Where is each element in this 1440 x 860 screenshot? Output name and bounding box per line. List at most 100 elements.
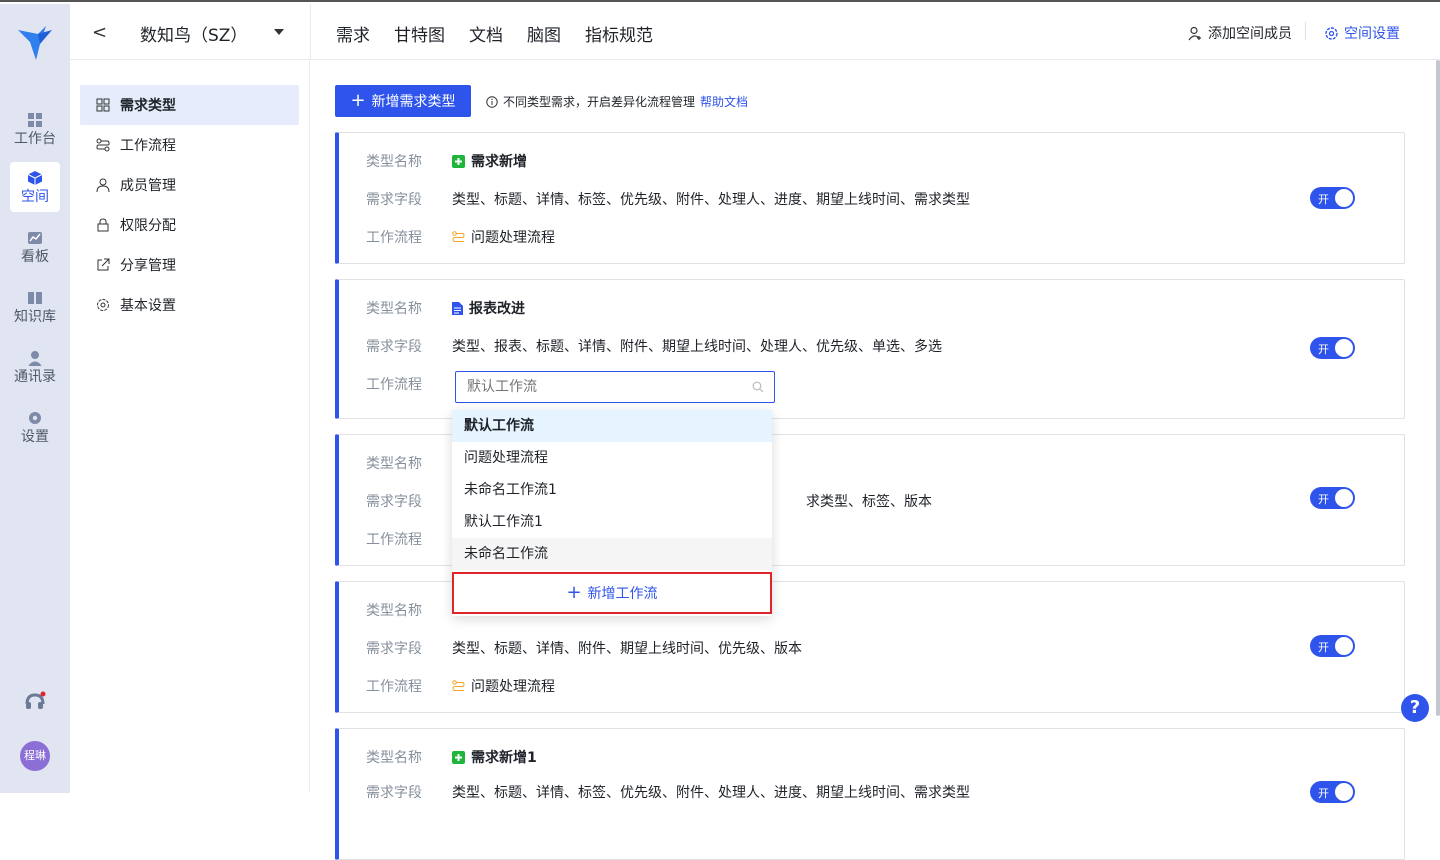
tab-mindmap[interactable]: 脑图	[527, 21, 561, 46]
fields-row: 需求字段 类型、报表、标题、详情、附件、期望上线时间、处理人、优先级、单选、多选	[366, 336, 942, 356]
field-key: 工作流程	[366, 679, 422, 695]
tip-text: 不同类型需求，开启差异化流程管理 帮助文档	[486, 93, 748, 110]
chart-icon	[28, 232, 42, 244]
field-key: 类型名称	[366, 154, 422, 170]
add-requirement-type-button[interactable]: + 新增需求类型	[335, 85, 471, 117]
enable-toggle[interactable]: 开	[1310, 635, 1355, 657]
field-key: 类型名称	[366, 750, 422, 766]
rail-item-board[interactable]: 看板	[10, 222, 60, 272]
toggle-label: 开	[1318, 641, 1329, 654]
sidebar-item-members[interactable]: 成员管理	[80, 165, 299, 205]
grid-icon	[96, 98, 110, 112]
rail-label: 知识库	[14, 309, 56, 325]
avatar[interactable]: 程琳	[20, 741, 50, 771]
tab-requirements[interactable]: 需求	[336, 21, 370, 46]
lock-icon	[97, 218, 109, 232]
project-name[interactable]: 数知鸟（SZ）	[140, 21, 247, 46]
add-member-button[interactable]: 添加空间成员	[1188, 23, 1292, 43]
dropdown-option[interactable]: 默认工作流	[452, 410, 772, 442]
info-icon	[486, 95, 498, 108]
dropdown-option[interactable]: 问题处理流程	[452, 442, 772, 474]
fields-value: 求类型、标签、版本	[806, 494, 932, 510]
add-user-icon	[1188, 26, 1201, 40]
name-row: 类型名称 需求新增1	[366, 747, 537, 767]
share-icon	[97, 258, 110, 271]
field-key: 类型名称	[366, 456, 422, 472]
field-key: 类型名称	[366, 603, 422, 619]
space-settings-label: 空间设置	[1344, 26, 1400, 42]
plus-icon: +	[566, 582, 582, 603]
field-key: 需求字段	[366, 339, 422, 355]
help-doc-link[interactable]: 帮助文档	[700, 93, 748, 110]
space-settings-button[interactable]: 空间设置	[1324, 23, 1400, 43]
rail-label: 通讯录	[14, 369, 56, 385]
enable-toggle[interactable]: 开	[1310, 781, 1355, 803]
field-key: 需求字段	[366, 785, 422, 801]
rail-item-knowledge[interactable]: 知识库	[10, 282, 60, 332]
divider	[310, 4, 311, 60]
name-row: 类型名称	[366, 453, 452, 473]
workflow-select[interactable]	[455, 371, 775, 403]
requirement-type-card: 类型名称 需求新增 需求字段 类型、标题、详情、标签、优先级、附件、处理人、进度…	[335, 132, 1405, 264]
field-key: 需求字段	[366, 494, 422, 510]
gear-icon	[1325, 26, 1338, 40]
requirement-type-card: 类型名称 报表改进 需求字段 类型、报表、标题、详情、附件、期望上线时间、处理人…	[335, 279, 1405, 419]
name-row: 类型名称 报表改进	[366, 298, 525, 318]
dropdown-option[interactable]: 默认工作流1	[452, 506, 772, 538]
enable-toggle[interactable]: 开	[1310, 187, 1355, 209]
toggle-label: 开	[1318, 343, 1329, 356]
flow-value-text: 问题处理流程	[471, 230, 555, 246]
sidebar-item-label: 需求类型	[120, 98, 176, 114]
toggle-knob	[1335, 489, 1353, 507]
dropdown-option[interactable]: 未命名工作流	[452, 538, 772, 570]
rail-item-space[interactable]: 空间	[10, 162, 60, 212]
type-name-text: 需求新增1	[471, 750, 537, 766]
sidebar-item-basic-settings[interactable]: 基本设置	[80, 285, 299, 325]
sidebar-item-requirement-types[interactable]: 需求类型	[80, 85, 299, 125]
fields-value: 类型、标题、详情、附件、期望上线时间、优先级、版本	[452, 641, 802, 657]
tip-label: 不同类型需求，开启差异化流程管理	[503, 95, 696, 109]
enable-toggle[interactable]: 开	[1310, 337, 1355, 359]
sidebar-item-label: 成员管理	[120, 178, 176, 194]
rail-item-settings[interactable]: 设置	[10, 402, 60, 452]
flow-value[interactable]: 问题处理流程	[452, 676, 555, 696]
toggle-label: 开	[1318, 787, 1329, 800]
divider	[1305, 22, 1306, 40]
sidebar-item-label: 工作流程	[120, 138, 176, 154]
add-workflow-button[interactable]: + 新增工作流	[452, 572, 772, 614]
flow-row: 工作流程	[366, 529, 452, 549]
headset-icon[interactable]	[24, 691, 46, 713]
back-icon[interactable]: <	[92, 22, 107, 43]
tab-metrics[interactable]: 指标规范	[585, 21, 653, 46]
scrollbar[interactable]	[1436, 60, 1440, 716]
name-row: 类型名称 需求新增	[366, 151, 527, 171]
field-key: 工作流程	[366, 230, 422, 246]
toggle-knob	[1335, 783, 1353, 801]
dropdown-option[interactable]: 未命名工作流1	[452, 474, 772, 506]
fields-value: 类型、标题、详情、标签、优先级、附件、处理人、进度、期望上线时间、需求类型	[452, 192, 970, 208]
chevron-down-icon[interactable]	[274, 29, 284, 35]
tab-docs[interactable]: 文档	[469, 21, 503, 46]
help-icon[interactable]: ?	[1401, 694, 1429, 722]
sidebar-item-share[interactable]: 分享管理	[80, 245, 299, 285]
type-name-text: 需求新增	[471, 154, 527, 170]
add-button-label: 新增需求类型	[371, 94, 456, 110]
flow-row: 工作流程 问题处理流程	[366, 676, 555, 696]
rail-item-workbench[interactable]: 工作台	[10, 104, 60, 154]
tab-gantt[interactable]: 甘特图	[394, 21, 445, 46]
sidebar-item-permissions[interactable]: 权限分配	[80, 205, 299, 245]
add-member-label: 添加空间成员	[1208, 26, 1292, 42]
flow-icon	[96, 138, 110, 152]
sidebar-item-workflow[interactable]: 工作流程	[80, 125, 299, 165]
sidebar-item-label: 基本设置	[120, 298, 176, 314]
gear-icon	[97, 299, 109, 311]
flow-value[interactable]: 问题处理流程	[452, 227, 555, 247]
workflow-search-input[interactable]	[467, 372, 747, 402]
rail-item-contacts[interactable]: 通讯录	[10, 342, 60, 392]
app-logo-icon[interactable]	[16, 26, 54, 60]
plus-square-icon	[452, 750, 465, 764]
enable-toggle[interactable]: 开	[1310, 487, 1355, 509]
field-key: 类型名称	[366, 301, 422, 317]
search-icon	[752, 381, 764, 393]
flow-icon	[452, 230, 465, 242]
